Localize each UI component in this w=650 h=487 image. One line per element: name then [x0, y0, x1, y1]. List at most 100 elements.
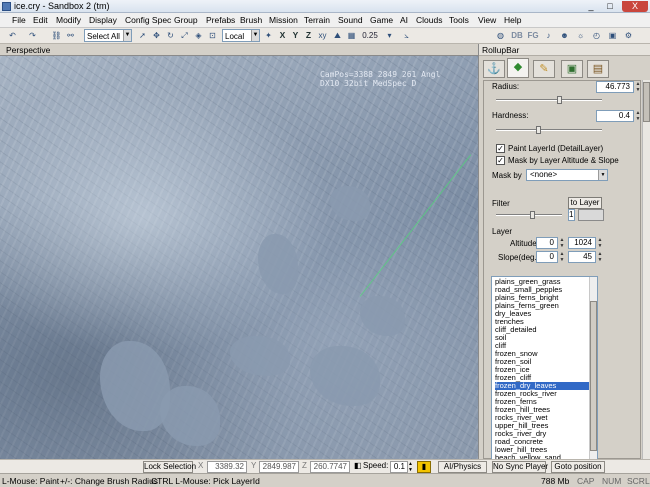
menu-mission[interactable]: Mission [269, 14, 298, 27]
tab-terrain-icon[interactable]: ◆ [507, 58, 529, 78]
axis-lock-icon[interactable]: ✦ [262, 29, 275, 42]
lock-icon[interactable]: ▮ [417, 461, 431, 473]
globe-icon[interactable]: ◍ [494, 29, 507, 42]
to-layer-button[interactable]: to Layer [568, 197, 602, 209]
menu-group[interactable]: Group [174, 14, 198, 27]
radius-slider[interactable] [496, 96, 602, 104]
coord-system-select[interactable]: Local ▼ [222, 29, 260, 42]
speed-input[interactable]: 0.1 [390, 461, 408, 473]
fg-label[interactable]: FG [526, 29, 540, 42]
screenshot-icon[interactable]: ▣ [606, 29, 619, 42]
hardness-input[interactable]: 0.4 [596, 110, 634, 122]
settings-icon[interactable]: ⚙ [622, 29, 635, 42]
mask-by-select[interactable]: <none> ▼ [526, 169, 608, 181]
snap-icon[interactable]: ⊡ [206, 29, 219, 42]
filter-slider[interactable] [496, 211, 562, 219]
undo-icon[interactable]: ↶ [6, 29, 19, 42]
redo-icon[interactable]: ↷ [26, 29, 39, 42]
slider-knob[interactable] [530, 211, 535, 219]
rotate-icon[interactable]: ↻ [164, 29, 177, 42]
menu-brush[interactable]: Brush [240, 14, 262, 27]
layer-list-item[interactable]: cliff_detailed [495, 326, 589, 334]
terrain-scene[interactable]: CamPos=3388 2849 261 Angl DX10 32bit Med… [0, 56, 478, 459]
db-label[interactable]: DB [510, 29, 524, 42]
link-icon[interactable]: ⛓ [50, 29, 63, 42]
menu-prefabs[interactable]: Prefabs [206, 14, 235, 27]
axis-x-toggle[interactable]: X [277, 29, 288, 42]
sync-player-button[interactable]: No Sync Player [492, 461, 548, 473]
time-of-day-icon[interactable]: ◴ [590, 29, 603, 42]
unlink-icon[interactable]: ⚯ [64, 29, 77, 42]
minimize-button[interactable]: _ [583, 1, 599, 12]
filter-color-swatch[interactable] [578, 209, 604, 221]
slider-knob[interactable] [557, 96, 562, 104]
grid-icon[interactable]: ▦ [345, 29, 358, 42]
rollup-scrollbar[interactable] [642, 80, 650, 459]
menu-terrain[interactable]: Terrain [304, 14, 330, 27]
axis-z-toggle[interactable]: Z [303, 29, 314, 42]
filter-value-input[interactable]: 1 [568, 209, 575, 221]
maximize-button[interactable]: □ [602, 1, 618, 12]
close-button[interactable]: X [622, 1, 648, 12]
scroll-thumb[interactable] [590, 301, 597, 451]
menu-config-spec[interactable]: Config Spec [125, 14, 171, 27]
menu-modify[interactable]: Modify [56, 14, 81, 27]
axis-xy-icon[interactable]: xy [316, 29, 329, 42]
lock-selection-button[interactable]: Lock Selection [143, 461, 196, 473]
hardness-slider[interactable] [496, 126, 602, 134]
layer-list-scrollbar[interactable] [589, 277, 597, 463]
angle-snap-icon[interactable]: ⦣ [400, 29, 413, 42]
radius-input[interactable]: 46.773 [596, 81, 634, 93]
perspective-viewport[interactable]: Perspective CamPos=3388 2849 261 Angl DX… [0, 44, 478, 459]
mask-altitude-checkbox[interactable]: ✓ [496, 156, 505, 165]
goto-position-button[interactable]: Goto position [551, 461, 605, 473]
altitude-max-spinner[interactable]: ▲ ▼ [597, 237, 603, 249]
select-arrow-icon[interactable]: ➚ [136, 29, 149, 42]
hardness-spinner[interactable]: ▲ ▼ [635, 110, 640, 122]
slope-min-spinner[interactable]: ▲ ▼ [559, 251, 565, 263]
terrain-select-icon[interactable]: ◈ [192, 29, 205, 42]
menu-ai[interactable]: AI [400, 14, 408, 27]
ai-icon[interactable]: ☻ [558, 29, 571, 42]
viewport-label[interactable]: Perspective [6, 45, 50, 55]
menu-display[interactable]: Display [89, 14, 117, 27]
x-coord-input[interactable]: 3389.32 [207, 461, 247, 473]
menu-file[interactable]: File [12, 14, 26, 27]
menu-clouds[interactable]: Clouds [416, 14, 442, 27]
y-coord-input[interactable]: 2849.987 [259, 461, 299, 473]
paint-layer-checkbox[interactable]: ✓ [496, 144, 505, 153]
menu-edit[interactable]: Edit [33, 14, 48, 27]
layer-list-item[interactable]: soil [495, 334, 589, 342]
altitude-min-spinner[interactable]: ▲ ▼ [559, 237, 565, 249]
slope-min-input[interactable]: 0 [536, 251, 558, 263]
altitude-max-input[interactable]: 1024 [568, 237, 596, 249]
slope-max-input[interactable]: 45 [568, 251, 596, 263]
move-icon[interactable]: ✥ [150, 29, 163, 42]
layer-list[interactable]: plains_green_grass road_small_pepples plai… [491, 276, 598, 464]
tab-layers-icon[interactable]: ▤ [587, 60, 609, 78]
chevron-down-icon[interactable]: ▾ [383, 29, 396, 42]
scroll-thumb[interactable] [643, 82, 650, 122]
tab-display-icon[interactable]: ▣ [561, 60, 583, 78]
sound-icon[interactable]: ♪ [542, 29, 555, 42]
z-coord-input[interactable]: 260.7747 [310, 461, 350, 473]
axis-y-toggle[interactable]: Y [290, 29, 301, 42]
speed-spinner[interactable]: ▲ ▼ [408, 461, 413, 473]
scale-icon[interactable]: ⤢ [178, 29, 191, 42]
selection-filter-select[interactable]: Select All ▼ [84, 29, 132, 42]
ai-physics-button[interactable]: AI/Physics [438, 461, 487, 473]
slider-knob[interactable] [536, 126, 541, 134]
lighting-icon[interactable]: ☼ [574, 29, 587, 42]
radius-spinner[interactable]: ▲ ▼ [635, 81, 640, 93]
terrain-follow-icon[interactable]: ⛰ [331, 29, 344, 42]
altitude-min-input[interactable]: 0 [536, 237, 558, 249]
menu-tools[interactable]: Tools [449, 14, 469, 27]
menu-sound[interactable]: Sound [338, 14, 363, 27]
menu-game[interactable]: Game [370, 14, 393, 27]
menu-view[interactable]: View [478, 14, 496, 27]
tab-modelling-icon[interactable]: ✎ [533, 60, 555, 78]
grid-size-value[interactable]: 0.25 [358, 29, 382, 42]
slope-max-spinner[interactable]: ▲ ▼ [597, 251, 603, 263]
menu-help[interactable]: Help [504, 14, 521, 27]
tab-objects-icon[interactable]: ⚓ [483, 60, 505, 78]
